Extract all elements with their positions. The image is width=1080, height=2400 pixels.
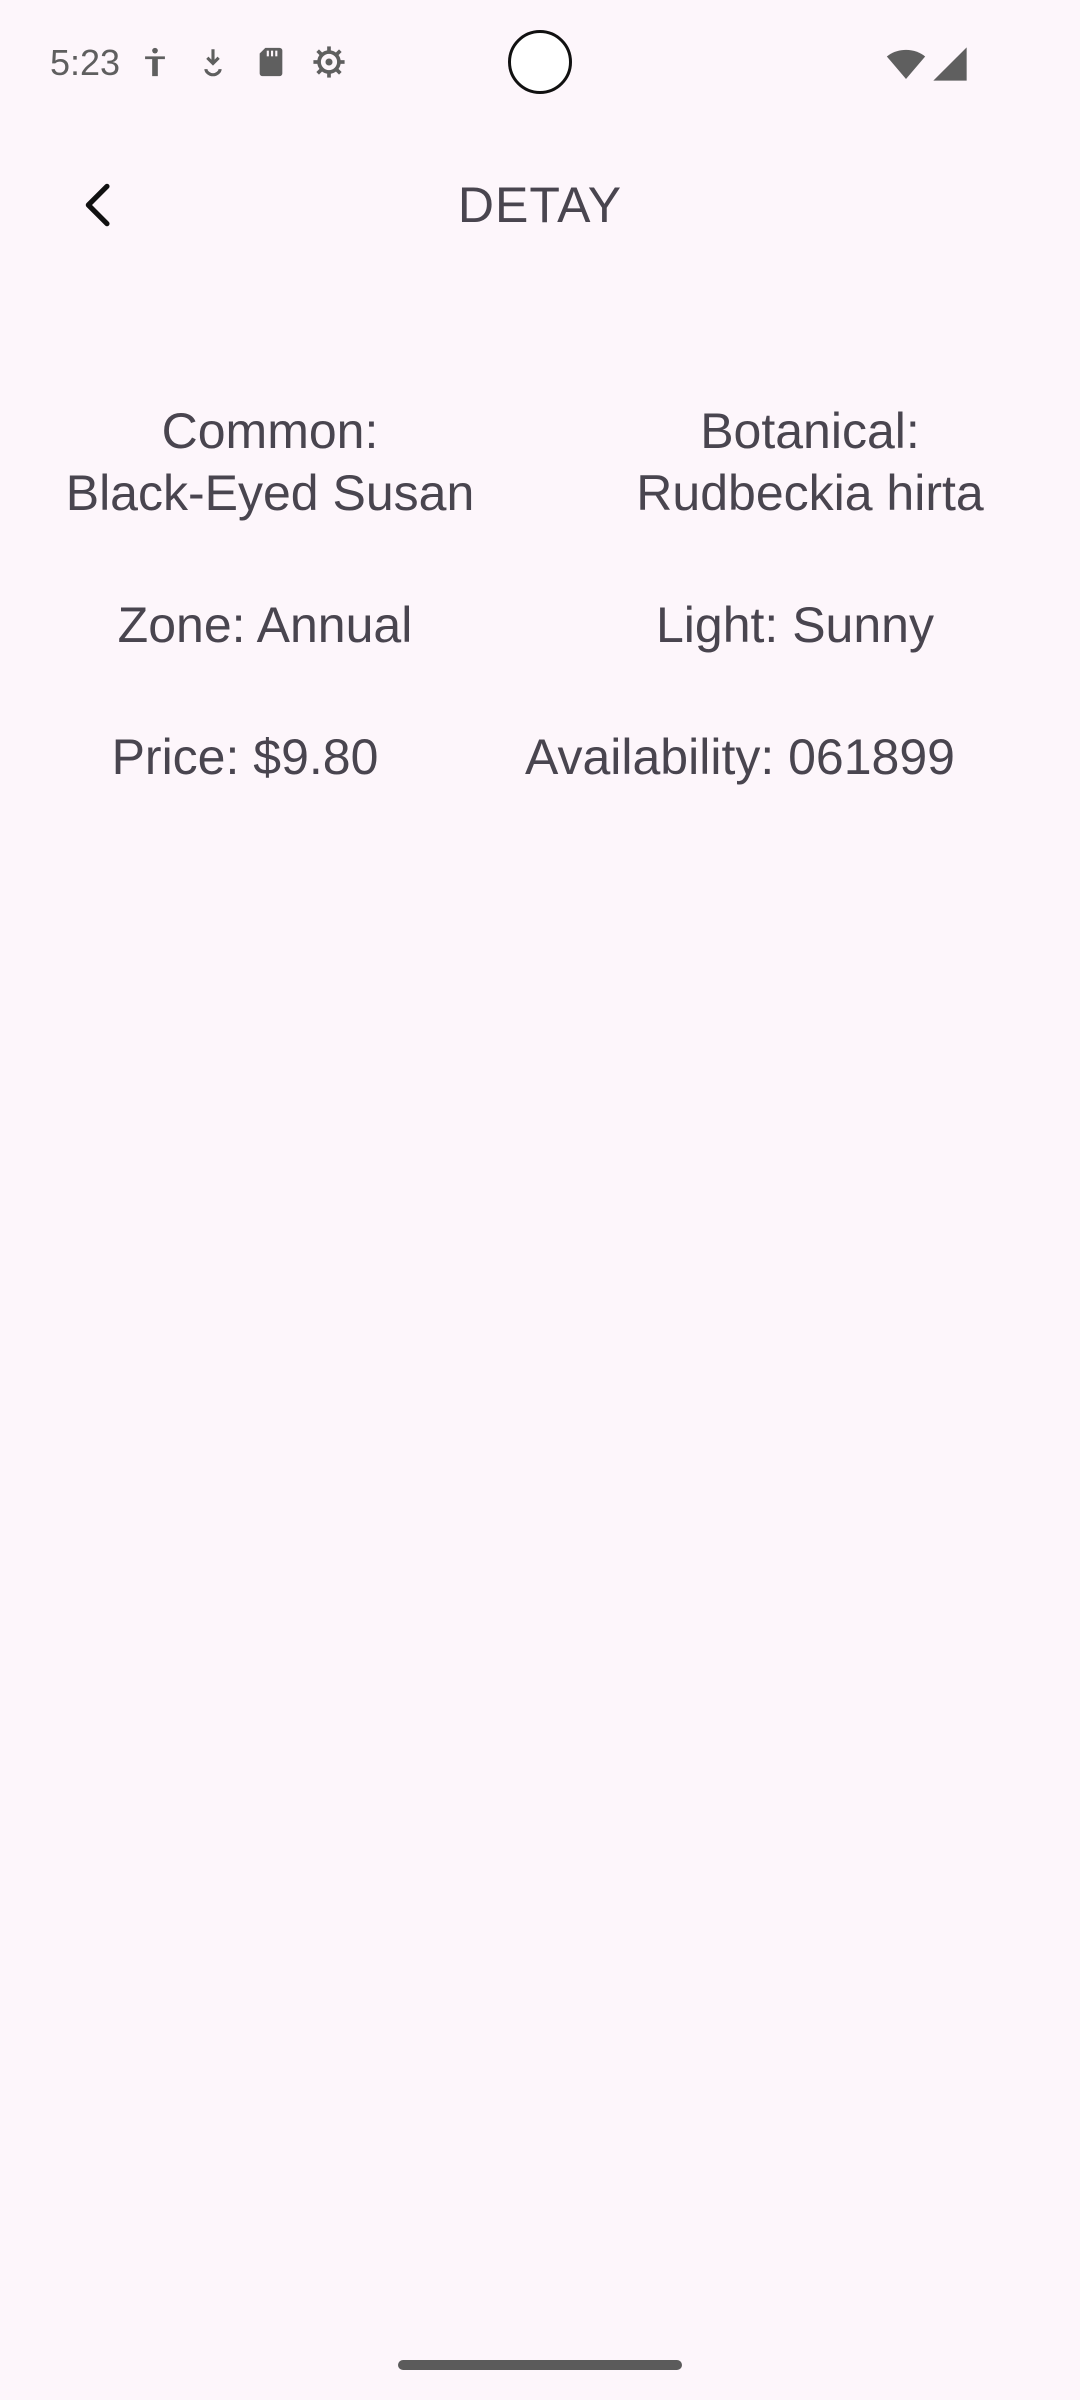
plant-details: Common: Black-Eyed Susan Botanical: Rudb…: [0, 400, 1080, 858]
detail-row-commerce: Price: $9.80 Availability: 061899: [0, 726, 1080, 788]
page-title: DETAY: [457, 177, 623, 233]
accessibility-icon: [138, 45, 172, 79]
sd-card-icon: [254, 45, 288, 79]
common-name-cell: Common: Black-Eyed Susan: [0, 400, 540, 524]
availability-text: Availability: 061899: [525, 729, 955, 785]
cellular-signal-icon: [930, 44, 970, 89]
common-value: Black-Eyed Susan: [65, 465, 475, 521]
detail-row-names: Common: Black-Eyed Susan Botanical: Rudb…: [0, 400, 1080, 524]
download-icon: [196, 45, 230, 79]
botanical-value: Rudbeckia hirta: [636, 465, 984, 521]
zone-text: Zone: Annual: [117, 597, 413, 653]
price-text: Price: $9.80: [111, 729, 379, 785]
status-bar: 5:23: [0, 0, 1080, 130]
wifi-icon: [886, 44, 926, 89]
status-icons-left: [138, 45, 346, 79]
botanical-name-cell: Botanical: Rudbeckia hirta: [540, 400, 1080, 524]
status-time: 5:23: [50, 42, 121, 83]
settings-gear-icon: [312, 45, 346, 79]
camera-cutout: [508, 30, 572, 94]
app-bar: DETAY: [0, 140, 1080, 270]
gesture-navigation-bar[interactable]: [398, 2360, 682, 2370]
status-icons-right: [886, 44, 970, 89]
botanical-label: Botanical:: [700, 403, 920, 459]
detail-row-conditions: Zone: Annual Light: Sunny: [0, 594, 1080, 656]
common-label: Common:: [161, 403, 379, 459]
light-text: Light: Sunny: [656, 597, 934, 653]
